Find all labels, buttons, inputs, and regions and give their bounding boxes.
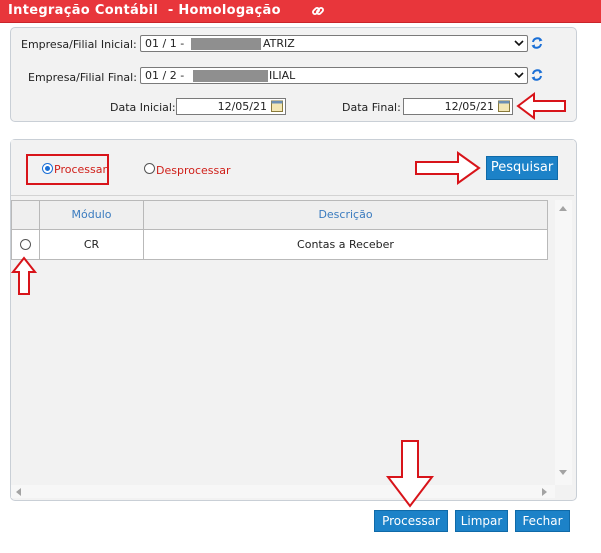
empresa-inicial-prefix: 01 / 1 - (145, 37, 185, 50)
processar-radio[interactable] (42, 163, 53, 174)
vertical-scrollbar[interactable] (555, 200, 572, 485)
data-inicial-value: 12/05/21 (217, 100, 267, 113)
title-bar: Integração Contábil - Homologação (0, 0, 601, 23)
scroll-right-icon[interactable] (542, 488, 548, 496)
processar-label[interactable]: Processar (54, 163, 107, 176)
column-header-descricao[interactable]: Descrição (143, 200, 548, 230)
column-header-select (11, 200, 40, 230)
desprocessar-radio[interactable] (144, 163, 155, 174)
page-title: Integração Contábil - Homologação (8, 3, 281, 18)
redacted-block (193, 70, 268, 82)
empresa-final-select[interactable]: 01 / 2 - ILIAL (140, 67, 528, 84)
limpar-button[interactable]: Limpar (455, 510, 508, 532)
empresa-inicial-label: Empresa/Filial Inicial: (21, 38, 137, 51)
table-cell-modulo[interactable]: CR (39, 230, 144, 260)
scroll-up-icon[interactable] (559, 205, 567, 211)
data-final-value: 12/05/21 (444, 100, 494, 113)
redacted-block (191, 38, 261, 50)
scroll-left-icon[interactable] (15, 488, 21, 496)
fechar-button[interactable]: Fechar (515, 510, 570, 532)
data-final-input[interactable]: 12/05/21 (403, 98, 513, 115)
empresa-final-label: Empresa/Filial Final: (28, 71, 137, 84)
link-icon[interactable] (311, 4, 325, 18)
empresa-inicial-suffix: ATRIZ (263, 37, 295, 50)
pesquisar-button[interactable]: Pesquisar (486, 156, 558, 180)
annotation-arrow-left (516, 92, 566, 120)
chevron-down-icon (514, 72, 524, 79)
empresa-final-prefix: 01 / 2 - (145, 69, 185, 82)
horizontal-scrollbar[interactable] (11, 485, 555, 498)
annotation-arrow-right (415, 151, 481, 185)
chevron-down-icon (514, 40, 524, 47)
empresa-inicial-select[interactable]: 01 / 1 - ATRIZ (140, 35, 528, 52)
data-final-label: Data Final: (342, 101, 401, 114)
row-radio[interactable] (20, 239, 31, 250)
calendar-icon[interactable] (498, 100, 510, 112)
desprocessar-label[interactable]: Desprocessar (156, 164, 231, 177)
column-header-modulo[interactable]: Módulo (39, 200, 144, 230)
annotation-arrow-up (11, 256, 37, 295)
empresa-final-suffix: ILIAL (269, 69, 296, 82)
calendar-icon[interactable] (271, 100, 283, 112)
refresh-icon[interactable] (530, 68, 544, 82)
table-cell-descricao[interactable]: Contas a Receber (143, 230, 548, 260)
data-inicial-input[interactable]: 12/05/21 (176, 98, 286, 115)
processar-button[interactable]: Processar (374, 510, 448, 532)
data-inicial-label: Data Inicial: (110, 101, 176, 114)
annotation-arrow-down (385, 440, 435, 508)
refresh-icon[interactable] (530, 36, 544, 50)
scroll-down-icon[interactable] (559, 470, 567, 476)
